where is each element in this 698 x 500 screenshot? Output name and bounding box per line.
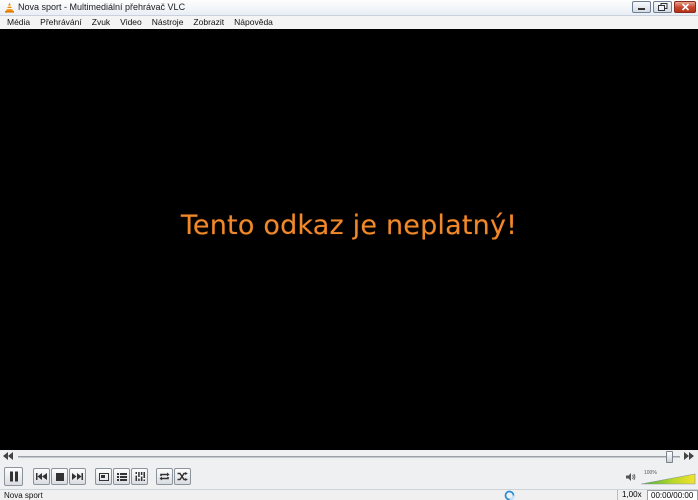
close-button[interactable] (674, 1, 696, 13)
fullscreen-icon (98, 472, 109, 481)
playback-rate[interactable]: 1,00x (617, 490, 645, 500)
volume-slider[interactable] (641, 468, 696, 485)
seek-back-button[interactable] (3, 452, 15, 462)
close-icon (681, 3, 689, 11)
previous-button[interactable] (33, 468, 50, 485)
speaker-icon[interactable] (626, 472, 636, 482)
loop-button[interactable] (156, 468, 173, 485)
shuffle-icon (177, 472, 188, 481)
menu-view[interactable]: Zobrazit (188, 16, 229, 29)
stop-icon (55, 472, 64, 481)
stop-button[interactable] (51, 468, 68, 485)
menu-audio[interactable]: Zvuk (87, 16, 115, 29)
seek-back-icon (3, 452, 13, 460)
seek-slider-track[interactable] (18, 456, 680, 458)
previous-icon (36, 473, 47, 480)
maximize-button[interactable] (653, 1, 672, 13)
menu-video[interactable]: Video (115, 16, 147, 29)
loop-icon (159, 472, 170, 481)
maximize-icon (657, 3, 667, 11)
time-display[interactable]: 00:00/00:00 (647, 490, 698, 500)
menu-tools[interactable]: Nástroje (147, 16, 189, 29)
next-icon (72, 473, 83, 480)
buffering-icon (504, 490, 515, 500)
title-bar[interactable]: Nova sport - Multimediální přehrávač VLC (0, 0, 698, 16)
fullscreen-button[interactable] (95, 468, 112, 485)
menu-bar: Média Přehrávání Zvuk Video Nástroje Zob… (0, 16, 698, 29)
seek-forward-button[interactable] (683, 452, 695, 462)
playback-controls: 100% (0, 464, 698, 489)
vlc-cone-icon (5, 2, 14, 13)
seek-slider-handle[interactable] (666, 451, 673, 463)
status-media-title: Nova sport (4, 491, 43, 500)
menu-help[interactable]: Nápověda (229, 16, 278, 29)
video-error-message: Tento odkaz je neplatný! (180, 210, 518, 241)
extended-settings-button[interactable] (131, 468, 148, 485)
seek-forward-icon (684, 452, 694, 460)
next-button[interactable] (69, 468, 86, 485)
minimize-button[interactable] (632, 1, 651, 13)
status-bar: Nova sport 1,00x 00:00/00:00 (0, 489, 698, 500)
seek-bar-row (0, 450, 698, 464)
menu-playback[interactable]: Přehrávání (35, 16, 87, 29)
menu-media[interactable]: Média (2, 16, 35, 29)
window-title: Nova sport - Multimediální přehrávač VLC (18, 2, 186, 12)
shuffle-button[interactable] (174, 468, 191, 485)
playlist-button[interactable] (113, 468, 130, 485)
minimize-icon (638, 8, 645, 10)
extended-settings-icon (134, 472, 145, 481)
video-area[interactable]: Tento odkaz je neplatný! (0, 29, 698, 450)
playlist-icon (116, 472, 127, 481)
pause-icon (9, 471, 18, 482)
pause-button[interactable] (4, 467, 23, 486)
